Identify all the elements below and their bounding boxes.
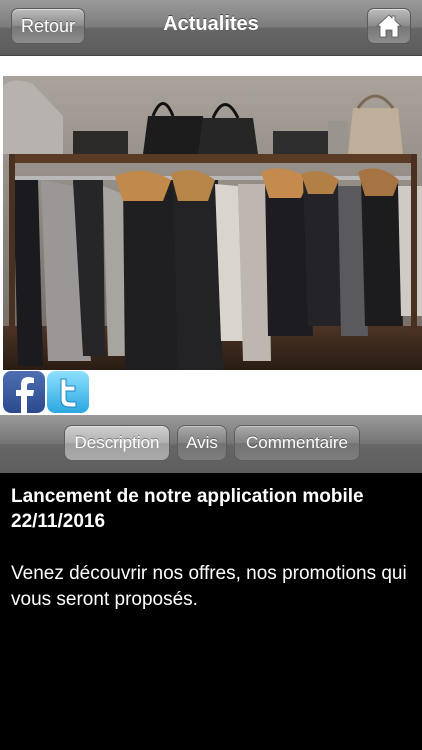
facebook-share-button[interactable] bbox=[3, 371, 45, 413]
tab-description[interactable]: Description bbox=[64, 425, 170, 461]
tab-commentaire[interactable]: Commentaire bbox=[234, 425, 360, 461]
article-headline: Lancement de notre application mobile 22… bbox=[11, 486, 364, 532]
page-title: Actualites bbox=[163, 13, 259, 35]
article-body: Venez découvrir nos offres, nos promotio… bbox=[11, 563, 407, 610]
clothing-rack-photo bbox=[3, 76, 422, 370]
twitter-icon bbox=[60, 378, 77, 408]
tab-bar: Description Avis Commentaire bbox=[0, 415, 422, 473]
tab-avis[interactable]: Avis bbox=[177, 425, 227, 461]
image-area bbox=[0, 56, 422, 415]
facebook-icon bbox=[16, 377, 34, 413]
article-content: Lancement de notre application mobile 22… bbox=[11, 484, 411, 613]
home-button[interactable] bbox=[367, 8, 411, 44]
top-navigation-bar: Retour Actualites bbox=[0, 0, 422, 56]
twitter-share-button[interactable] bbox=[47, 371, 89, 413]
home-icon bbox=[376, 14, 402, 38]
